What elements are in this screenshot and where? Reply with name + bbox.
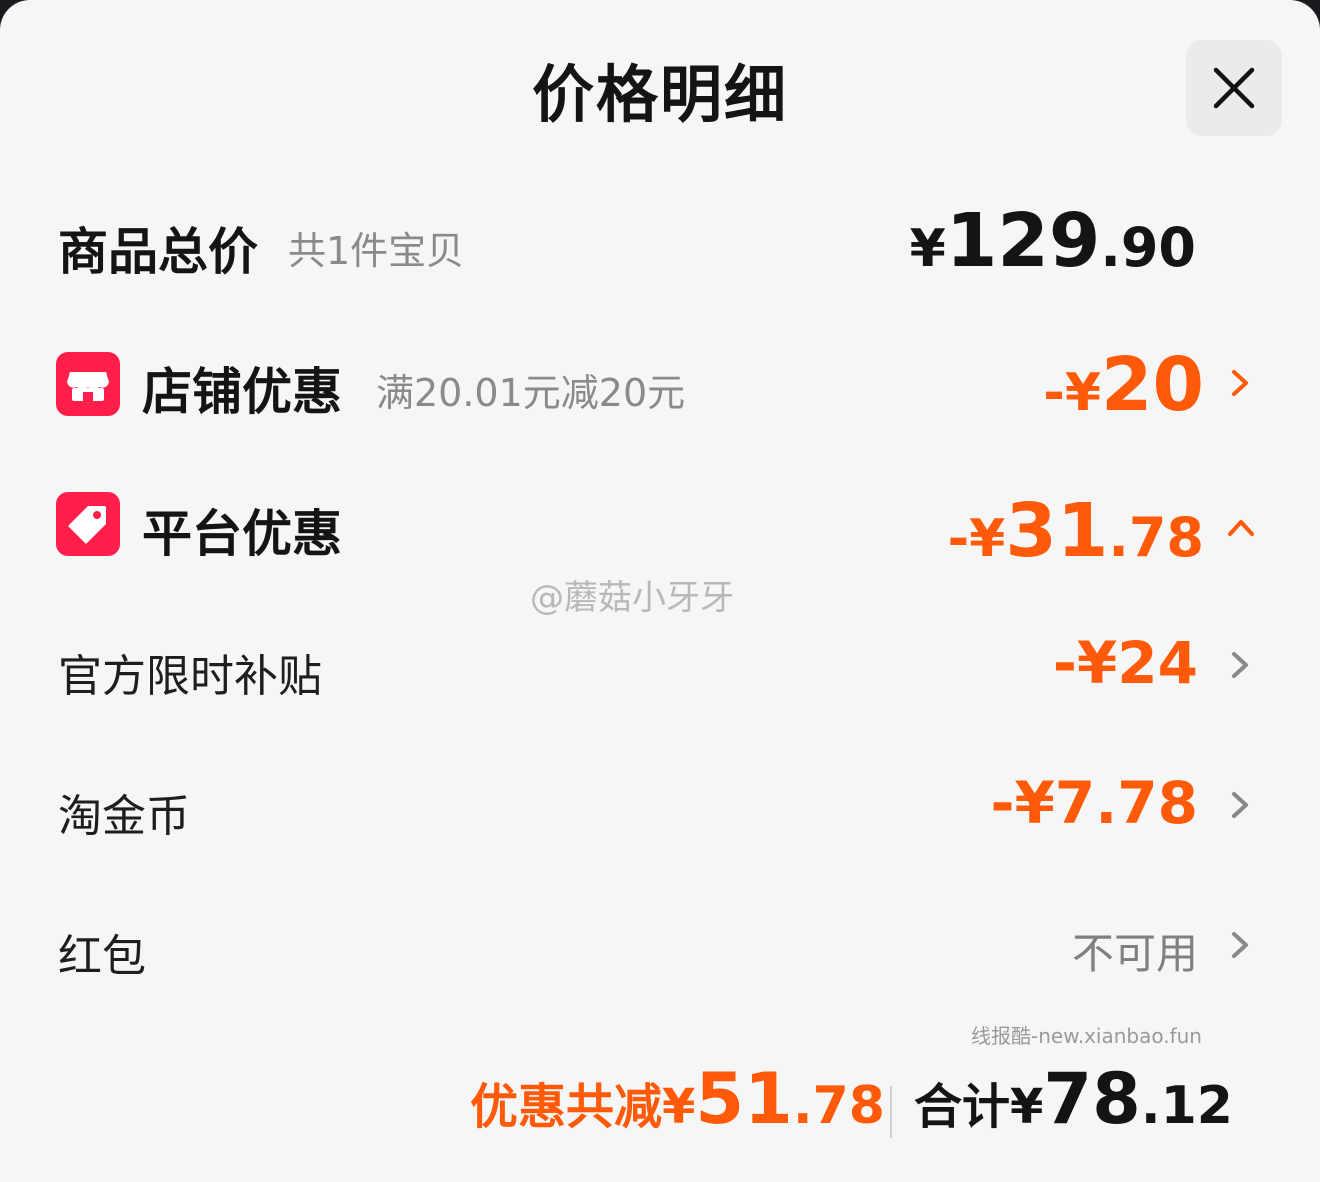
- sub-item-value[interactable]: -¥7.78: [990, 774, 1198, 832]
- platform-discount-decimal: .78: [1108, 506, 1204, 569]
- items-count-text: 共1件宝贝: [288, 229, 465, 273]
- total-discount-integer: 51: [695, 1058, 793, 1140]
- total-discount-decimal: .78: [792, 1076, 885, 1136]
- shop-discount-label: 店铺优惠: [142, 363, 342, 421]
- items-total-amount: ¥129.90: [910, 204, 1196, 278]
- minus-currency: -¥: [1043, 363, 1102, 423]
- platform-discount-amount[interactable]: -¥31.78: [948, 494, 1204, 568]
- minus-currency: -¥: [947, 509, 1006, 569]
- total-discount: 优惠共减¥51.78: [470, 1064, 885, 1134]
- page-title: 价格明细: [531, 58, 788, 131]
- platform-discount-label: 平台优惠: [142, 505, 342, 563]
- grand-total-integer: 78: [1043, 1058, 1141, 1140]
- shop-discount-amount[interactable]: -¥20: [1043, 348, 1204, 422]
- total-discount-label: 优惠共减¥: [470, 1079, 696, 1135]
- shop-icon: [56, 352, 120, 416]
- grand-total-decimal: .12: [1140, 1076, 1233, 1136]
- platform-discount-integer: 31: [1005, 488, 1109, 574]
- tag-icon: [56, 492, 120, 556]
- items-total-integer: 129: [945, 198, 1101, 284]
- shop-discount-rule: 满20.01元减20元: [376, 371, 686, 415]
- shop-discount-integer: 20: [1101, 342, 1204, 428]
- items-total-label: 商品总价: [58, 223, 258, 281]
- chevron-up-icon[interactable]: [1224, 510, 1258, 544]
- chevron-right-icon[interactable]: [1224, 788, 1258, 822]
- sub-item-value[interactable]: 不可用: [1072, 920, 1198, 981]
- sub-item-value[interactable]: -¥24: [1053, 634, 1198, 692]
- footer-divider: [890, 1086, 892, 1138]
- currency-symbol: ¥: [909, 219, 946, 279]
- site-watermark: 线报酷-new.xianbao.fun: [971, 1024, 1202, 1048]
- chevron-right-icon[interactable]: [1224, 648, 1258, 682]
- close-icon: [1213, 67, 1255, 109]
- grand-total-label: 合计¥: [914, 1079, 1044, 1135]
- chevron-right-icon[interactable]: [1224, 366, 1258, 400]
- grand-total: 合计¥78.12: [914, 1064, 1233, 1134]
- items-total-decimal: .90: [1100, 216, 1196, 279]
- sub-item-label: 官方限时补贴: [58, 651, 322, 702]
- close-button[interactable]: [1186, 40, 1282, 136]
- chevron-right-icon[interactable]: [1224, 928, 1258, 962]
- sub-item-label: 红包: [58, 931, 146, 982]
- sub-item-label: 淘金币: [58, 791, 190, 842]
- watermark-text: @蘑菇小牙牙: [530, 578, 734, 618]
- price-detail-sheet: 价格明细 商品总价 共1件宝贝 ¥129.90 店铺优惠 满20.01元减20元…: [0, 0, 1320, 1182]
